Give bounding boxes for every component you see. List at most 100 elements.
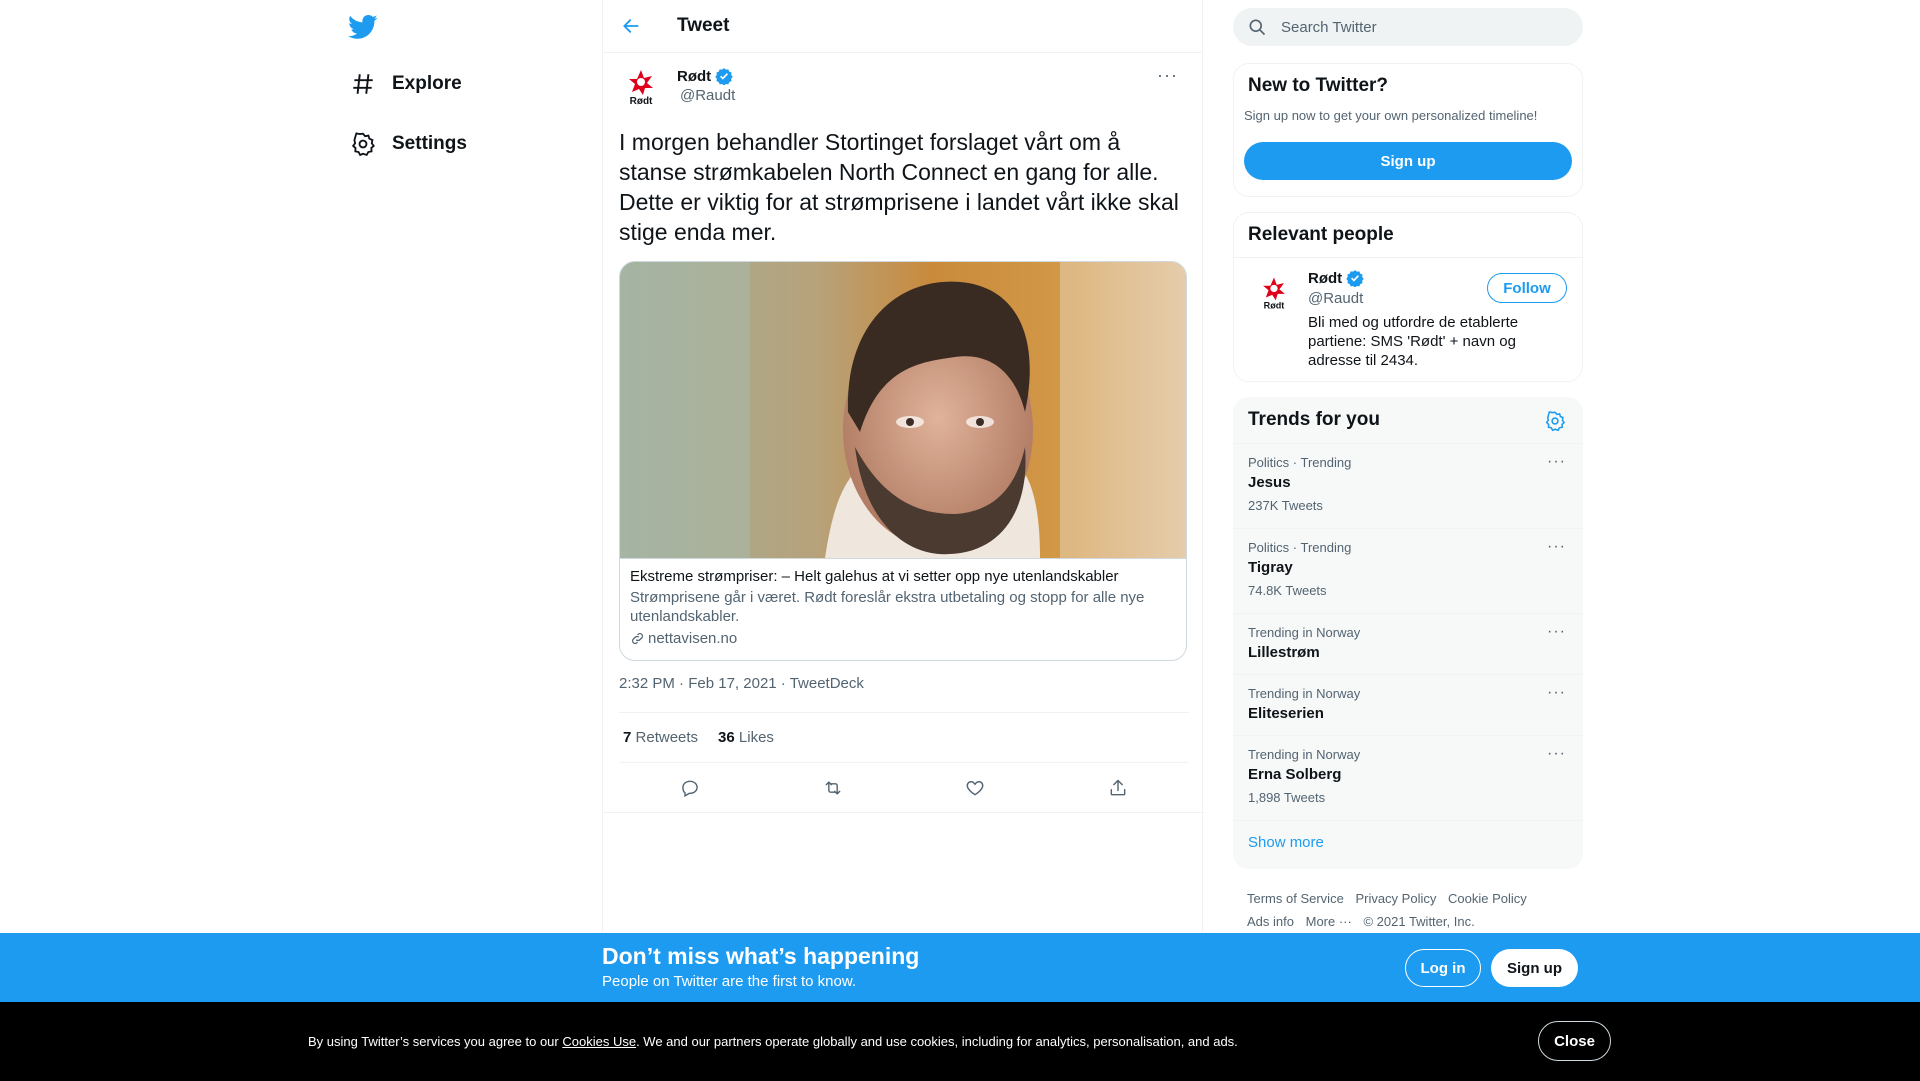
share-icon[interactable]	[1101, 771, 1135, 805]
trend-item[interactable]: Trending in Norway Eliteserien ···	[1234, 674, 1582, 735]
divider	[1234, 257, 1582, 258]
relevant-people-title: Relevant people	[1248, 224, 1394, 245]
cookie-text-before: By using Twitter’s services you agree to…	[308, 1034, 563, 1049]
hashtag-icon	[348, 69, 378, 99]
trend-more-icon[interactable]: ···	[1547, 538, 1566, 556]
trend-context: Politics · Trending	[1248, 540, 1352, 555]
reply-icon[interactable]	[673, 771, 707, 805]
footer-cookie-link[interactable]: Cookie Policy	[1448, 891, 1527, 906]
link-icon	[632, 633, 643, 644]
nav-explore[interactable]: Explore	[348, 64, 462, 104]
trend-count: 74.8K Tweets	[1248, 583, 1327, 598]
link-card-image	[620, 262, 1186, 558]
footer-links: Terms of Service Privacy Policy Cookie P…	[1247, 887, 1577, 933]
nav-settings-label: Settings	[392, 133, 467, 154]
page-title: Tweet	[677, 15, 730, 36]
search-input[interactable]	[1281, 18, 1561, 36]
tweet-date[interactable]: Feb 17, 2021	[688, 675, 776, 692]
cookie-text-after: . We and our partners operate globally a…	[636, 1034, 1238, 1049]
trend-more-icon[interactable]: ···	[1547, 453, 1566, 471]
new-to-twitter-panel: New to Twitter? Sign up now to get your …	[1233, 63, 1583, 197]
link-card[interactable]: Ekstreme strømpriser: – Helt galehus at …	[619, 261, 1187, 661]
author-avatar[interactable]: Rødt	[619, 65, 663, 109]
link-card-body: Ekstreme strømpriser: – Helt galehus at …	[620, 558, 1186, 660]
footer-ads-link[interactable]: Ads info	[1247, 914, 1294, 929]
tweet-text: I morgen behandler Stortinget forslaget …	[619, 129, 1179, 245]
author-handle[interactable]: @Raudt	[680, 87, 735, 104]
trend-context: Trending in Norway	[1248, 747, 1361, 762]
nav-explore-label: Explore	[392, 73, 462, 94]
author-name-row[interactable]: Rødt	[677, 67, 733, 85]
tweet-time[interactable]: 2:32 PM	[619, 675, 675, 692]
trends-panel: Trends for you Politics · Trending Jesus…	[1233, 397, 1583, 869]
link-card-domain: nettavisen.no	[648, 630, 738, 647]
trend-item[interactable]: Politics · Trending Tigray 74.8K Tweets …	[1234, 528, 1582, 613]
relevant-name-row[interactable]: Rødt	[1308, 269, 1364, 287]
avatar-wordmark: Rødt	[1264, 300, 1285, 310]
tweet: Rødt Rødt @Raudt ··· I morgen behandler …	[603, 53, 1204, 813]
sidebar-signup-button[interactable]: Sign up	[1244, 142, 1572, 180]
new-to-twitter-subtitle: Sign up now to get your own personalized…	[1244, 108, 1538, 123]
footer-terms-link[interactable]: Terms of Service	[1247, 891, 1344, 906]
author-name[interactable]: Rødt	[677, 68, 711, 85]
trend-item[interactable]: Politics · Trending Jesus 237K Tweets ··…	[1234, 443, 1582, 528]
gear-icon	[348, 129, 378, 159]
twitter-bird-icon[interactable]	[348, 12, 380, 44]
relevant-name[interactable]: Rødt	[1308, 270, 1342, 287]
arrow-left-icon[interactable]	[613, 8, 649, 44]
trend-name: Erna Solberg	[1248, 766, 1342, 783]
footer-more-link[interactable]: More ···	[1306, 914, 1352, 929]
avatar-wordmark: Rødt	[630, 96, 653, 107]
tweet-actions	[619, 763, 1189, 812]
trend-context: Trending in Norway	[1248, 686, 1361, 701]
divider	[603, 812, 1204, 813]
trend-count: 237K Tweets	[1248, 498, 1323, 513]
meta-separator: ·	[780, 675, 790, 692]
more-options-icon[interactable]: ···	[1157, 65, 1178, 86]
trend-context: Trending in Norway	[1248, 625, 1361, 640]
relevant-bio: Bli med og utfordre de etablerte partien…	[1308, 314, 1519, 369]
trend-name: Jesus	[1248, 474, 1291, 491]
relevant-avatar[interactable]: Rødt	[1254, 273, 1294, 313]
relevant-handle[interactable]: @Raudt	[1308, 290, 1363, 307]
cookie-text: By using Twitter’s services you agree to…	[308, 1034, 1238, 1049]
retweets-stat[interactable]: 7 Retweets	[623, 729, 698, 746]
footer-copyright: © 2021 Twitter, Inc.	[1363, 914, 1475, 929]
login-button[interactable]: Log in	[1405, 949, 1481, 987]
likes-stat[interactable]: 36 Likes	[718, 729, 774, 746]
retweets-label: Retweets	[635, 729, 699, 746]
link-card-description: Strømprisene går i været. Rødt foreslår …	[630, 589, 1145, 625]
retweets-count: 7	[623, 729, 632, 746]
trend-more-icon[interactable]: ···	[1547, 745, 1566, 763]
retweet-icon[interactable]	[816, 771, 850, 805]
trend-more-icon[interactable]: ···	[1547, 623, 1566, 641]
nav-settings[interactable]: Settings	[348, 124, 467, 164]
trends-title: Trends for you	[1248, 409, 1380, 430]
trend-item[interactable]: Trending in Norway Lillestrøm ···	[1234, 613, 1582, 674]
trend-name: Eliteserien	[1248, 705, 1324, 722]
banner-signup-button[interactable]: Sign up	[1491, 949, 1578, 987]
link-card-title: Ekstreme strømpriser: – Helt galehus at …	[630, 568, 1119, 585]
trend-more-icon[interactable]: ···	[1547, 684, 1566, 702]
follow-button[interactable]: Follow	[1487, 273, 1567, 303]
tweet-meta: 2:32 PM · Feb 17, 2021 · TweetDeck	[619, 675, 1189, 713]
show-more-link[interactable]: Show more	[1248, 834, 1324, 851]
footer-privacy-link[interactable]: Privacy Policy	[1355, 891, 1436, 906]
trends-settings-icon[interactable]	[1544, 410, 1566, 432]
banner-subtitle: People on Twitter are the first to know.	[602, 973, 857, 990]
main-column: Tweet Rødt Rødt @Raudt ··· I morgen beha…	[602, 0, 1204, 932]
like-icon[interactable]	[958, 771, 992, 805]
likes-count: 36	[718, 729, 735, 746]
signup-banner: Don’t miss what’s happening People on Tw…	[0, 933, 1920, 1002]
tweet-source[interactable]: TweetDeck	[790, 675, 864, 692]
trend-name: Tigray	[1248, 559, 1293, 576]
tweet-author: Rødt Rødt @Raudt ···	[619, 53, 1188, 119]
link-card-domain-row: nettavisen.no	[630, 629, 1176, 648]
new-to-twitter-title: New to Twitter?	[1248, 75, 1389, 96]
trend-item[interactable]: Trending in Norway Erna Solberg 1,898 Tw…	[1234, 735, 1582, 820]
cookies-use-link[interactable]: Cookies Use	[562, 1034, 636, 1049]
cookie-close-button[interactable]: Close	[1538, 1021, 1611, 1061]
page: Explore Settings Tweet Rødt Rødt @Raudt …	[0, 0, 1920, 1081]
search-icon	[1249, 19, 1266, 36]
search-box[interactable]	[1233, 8, 1583, 46]
